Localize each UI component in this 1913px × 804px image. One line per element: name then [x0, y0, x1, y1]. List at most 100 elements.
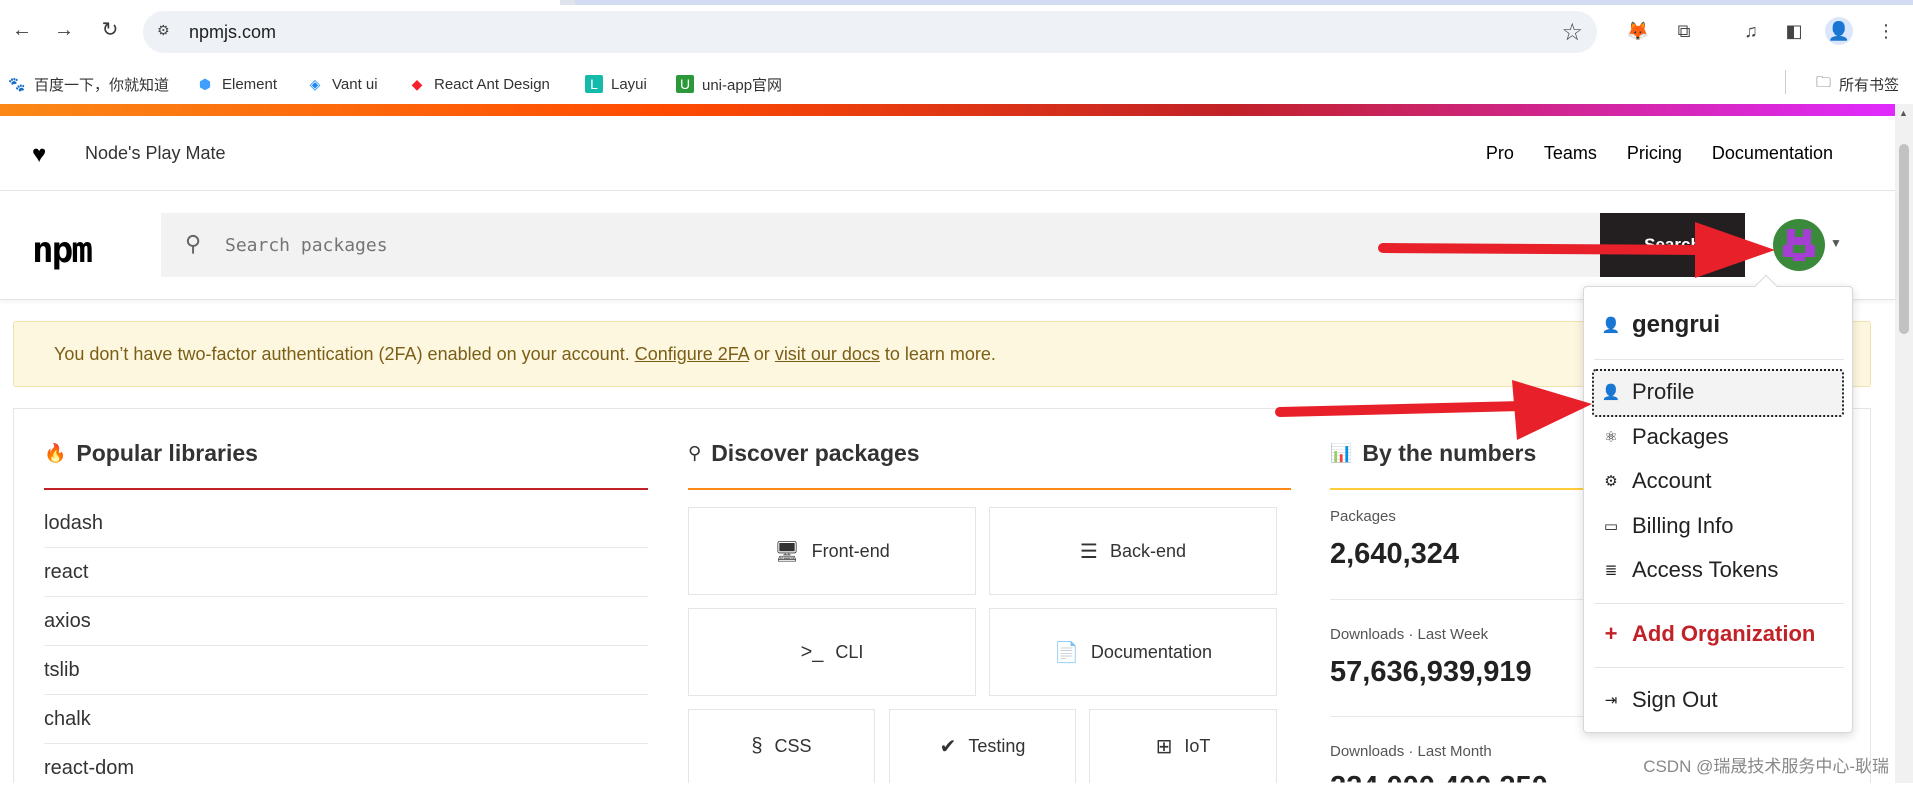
- tile-iot[interactable]: ⊞ IoT: [1089, 709, 1277, 783]
- user-icon: 👤: [1601, 384, 1621, 401]
- menu-item-profile[interactable]: 👤 Profile: [1600, 379, 1695, 405]
- list-item[interactable]: axios: [44, 597, 648, 646]
- tile-testing[interactable]: ✔ Testing: [889, 709, 1076, 783]
- back-icon[interactable]: ←: [10, 18, 34, 42]
- stat-value: 2,640,324: [1330, 538, 1460, 570]
- account-dropdown: 👤 gengrui 👤 Profile ⚛ Packages ⚙ Account ▭ Bi…: [1583, 274, 1853, 733]
- stat-value: 224,000,400,250: [1330, 771, 1548, 803]
- menu-item-account[interactable]: ⚙ Account: [1600, 468, 1711, 494]
- bookmark-element[interactable]: ⬢ Element: [196, 72, 277, 96]
- plus-icon: +: [1604, 621, 1618, 646]
- rainbow-bar: [0, 104, 1895, 116]
- menu-divider: [1594, 359, 1844, 360]
- check-icon: ✔: [939, 736, 957, 758]
- extensions-icon[interactable]: ⧉: [1672, 19, 1696, 43]
- menu-item-packages[interactable]: ⚛ Packages: [1600, 424, 1728, 450]
- baidu-icon: 🐾: [8, 76, 26, 92]
- configure-2fa-link[interactable]: Configure 2FA: [635, 344, 749, 364]
- tab-strip: [0, 0, 1913, 5]
- scroll-up-icon[interactable]: ▲: [1899, 108, 1908, 118]
- avatar-caret-icon[interactable]: ▼: [1830, 236, 1842, 250]
- page-scrollbar[interactable]: ▲: [1895, 104, 1913, 783]
- nav-pro[interactable]: Pro: [1486, 143, 1514, 164]
- nav-documentation[interactable]: Documentation: [1712, 143, 1833, 164]
- menu-divider: [1594, 603, 1844, 604]
- side-panel-icon[interactable]: ◧: [1782, 19, 1806, 43]
- scrollbar-thumb[interactable]: [1899, 144, 1909, 334]
- popular-underline: [44, 488, 648, 490]
- menu-item-sign-out[interactable]: ⇥ Sign Out: [1600, 687, 1718, 713]
- chart-icon: 📊: [1330, 443, 1353, 463]
- tile-back-end[interactable]: ☰ Back-end: [989, 507, 1277, 595]
- menu-item-add-organization[interactable]: + Add Organization: [1600, 621, 1816, 647]
- element-icon: ⬢: [198, 76, 212, 92]
- visit-docs-link[interactable]: visit our docs: [775, 344, 880, 364]
- stat-value: 57,636,939,919: [1330, 656, 1532, 688]
- forward-icon[interactable]: →: [52, 18, 76, 42]
- search-input[interactable]: [225, 231, 1525, 259]
- list-item[interactable]: react: [44, 548, 648, 597]
- monitor-icon: 🖥: [774, 540, 800, 563]
- list-item[interactable]: tslib: [44, 646, 648, 695]
- tile-css[interactable]: § CSS: [688, 709, 875, 783]
- server-icon: ☰: [1080, 540, 1098, 563]
- bookmark-baidu[interactable]: 🐾 百度一下，你就知道: [8, 72, 169, 96]
- packages-icon: ⚛: [1604, 429, 1618, 446]
- popular-libraries-heading: 🔥 Popular libraries: [44, 440, 258, 466]
- browser-toolbar: ← → ↻ ⚙ npmjs.com ☆ 🦊 ⧉ ♫ ◧ 👤 ⋮: [0, 0, 1913, 64]
- fire-icon: 🔥: [44, 443, 67, 463]
- menu-username: 👤 gengrui: [1601, 311, 1720, 338]
- metamask-icon[interactable]: 🦊: [1626, 19, 1650, 43]
- search-icon: ⚲: [688, 443, 702, 463]
- ant-design-icon: ◆: [411, 76, 423, 92]
- stat-divider: [1330, 599, 1610, 600]
- sign-out-icon: ⇥: [1604, 692, 1618, 709]
- npm-logo[interactable]: npm: [32, 230, 93, 271]
- bookmark-uni-app[interactable]: Uuni-app官网: [676, 72, 782, 96]
- list-item[interactable]: chalk: [44, 695, 648, 744]
- tile-cli[interactable]: >_ CLI: [688, 608, 976, 696]
- list-item[interactable]: react-dom: [44, 744, 648, 793]
- user-icon: 👤: [1601, 317, 1621, 334]
- discover-packages-heading: ⚲ Discover packages: [688, 440, 920, 466]
- banner-message: You don’t have two-factor authentication…: [54, 344, 996, 364]
- reload-icon[interactable]: ↻: [98, 18, 122, 42]
- browser-menu-icon[interactable]: ⋮: [1874, 19, 1898, 43]
- tagline[interactable]: Node's Play Mate: [85, 143, 226, 164]
- tile-documentation[interactable]: 📄 Documentation: [989, 608, 1277, 696]
- menu-item-access-tokens[interactable]: ≣ Access Tokens: [1600, 557, 1779, 583]
- site-info-icon[interactable]: ⚙: [157, 22, 177, 42]
- nav-teams[interactable]: Teams: [1544, 143, 1597, 164]
- database-icon: ≣: [1604, 562, 1618, 579]
- browser-profile-icon[interactable]: 👤: [1825, 17, 1853, 45]
- top-nav: ♥ Node's Play Mate Pro Teams Pricing Doc…: [0, 116, 1895, 191]
- bookmarks-bar: 🐾 百度一下，你就知道 ⬢ Element ◈ Vant ui ◆ React Ant …: [0, 64, 1913, 104]
- heart-icon[interactable]: ♥: [32, 141, 46, 169]
- watermark: CSDN @瑞晟技术服务中心-耿瑞: [1643, 757, 1889, 776]
- numbers-underline: [1330, 488, 1590, 490]
- folder-icon: 🗀: [1815, 73, 1831, 91]
- vant-icon: ◈: [309, 76, 321, 92]
- uni-app-icon: U: [676, 75, 694, 93]
- all-bookmarks[interactable]: 🗀 所有书签: [1816, 72, 1899, 96]
- menu-divider: [1594, 667, 1844, 668]
- search-icon: ⚲: [185, 231, 202, 256]
- list-item[interactable]: lodash: [44, 499, 648, 548]
- menu-item-billing-info[interactable]: ▭ Billing Info: [1600, 513, 1734, 539]
- media-icon[interactable]: ♫: [1739, 19, 1763, 43]
- tile-front-end[interactable]: 🖥 Front-end: [688, 507, 976, 595]
- bookmark-react-ant-design[interactable]: ◆ React Ant Design: [408, 72, 550, 96]
- address-bar[interactable]: ⚙ npmjs.com ☆: [143, 11, 1597, 53]
- bookmark-layui[interactable]: L Layui: [585, 72, 647, 96]
- discover-underline: [688, 488, 1291, 490]
- bookmark-vant[interactable]: ◈ Vant ui: [306, 72, 378, 96]
- stat-label: Downloads · Last Month: [1330, 743, 1492, 760]
- bookmarks-divider: [1785, 70, 1786, 94]
- stat-divider: [1330, 716, 1610, 717]
- bookmark-star-icon[interactable]: ☆: [1561, 18, 1583, 47]
- layui-icon: L: [585, 75, 603, 93]
- stat-label: Packages: [1330, 508, 1396, 525]
- css3-icon: §: [751, 735, 763, 757]
- nav-pricing[interactable]: Pricing: [1627, 143, 1682, 164]
- terminal-icon: >_: [800, 640, 824, 663]
